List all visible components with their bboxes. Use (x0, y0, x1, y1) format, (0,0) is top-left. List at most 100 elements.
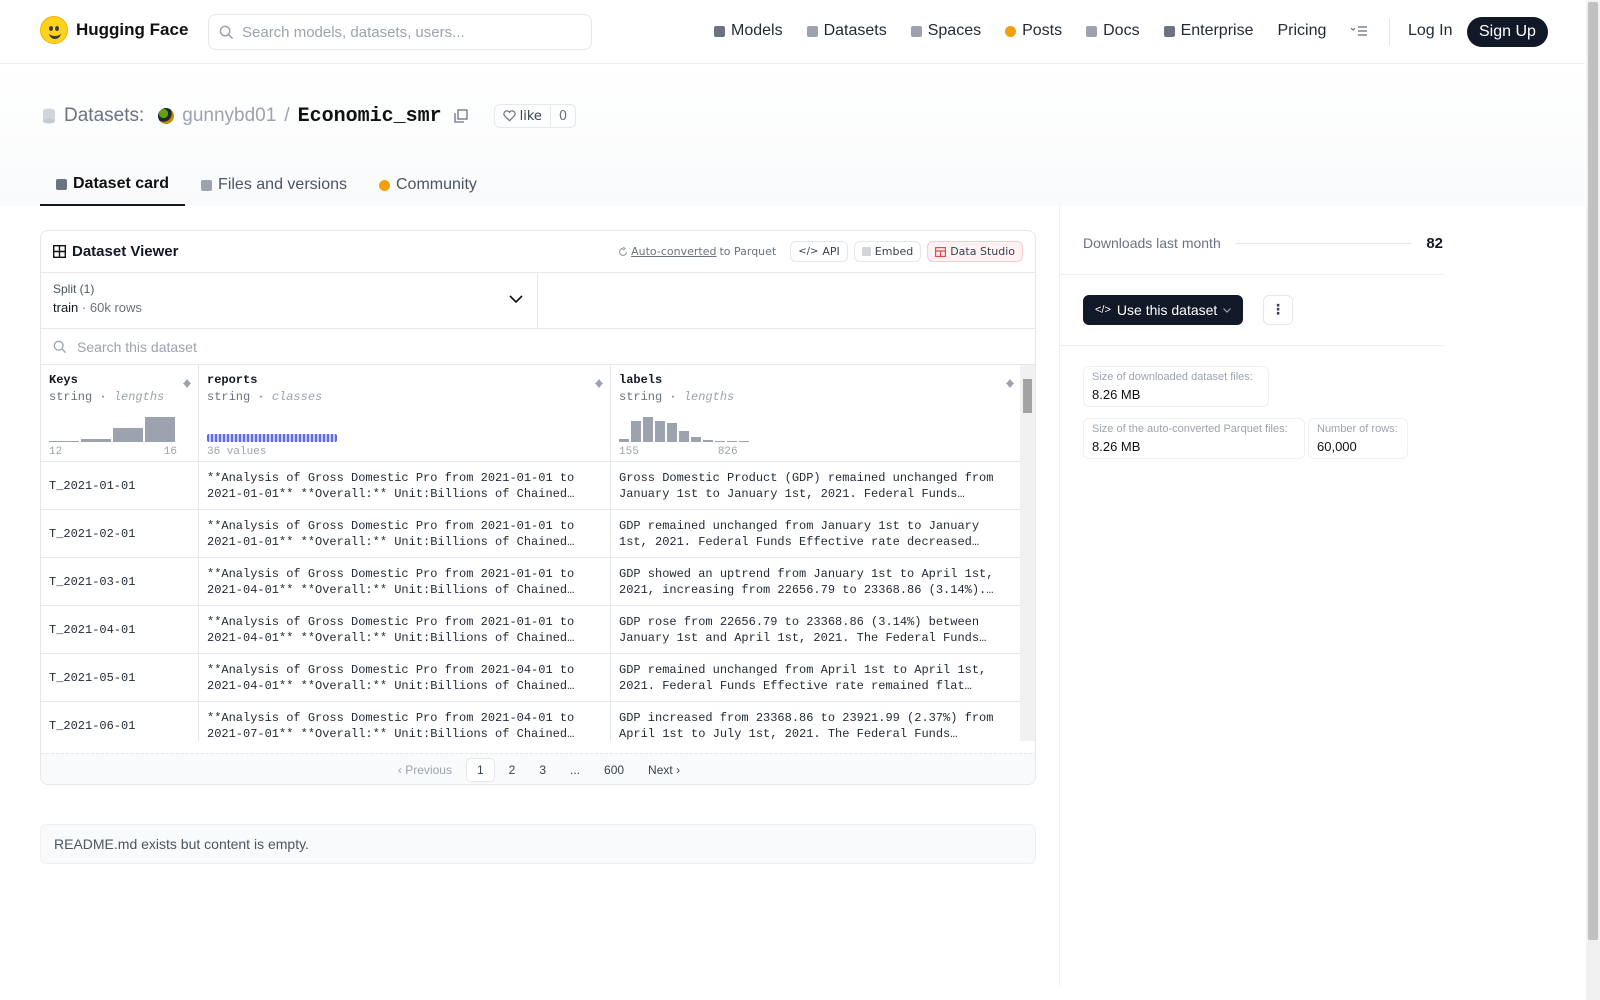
split-selector[interactable]: Split (1) train · 60k rows (41, 273, 538, 328)
cell-report-text: **Analysis of Gross Domestic Pro from 20… (207, 663, 575, 693)
cell-key[interactable]: T_2021-05-01 (41, 654, 199, 701)
nav-docs[interactable]: Docs (1074, 18, 1151, 44)
cell-key[interactable]: T_2021-01-01 (41, 462, 199, 509)
cell-report[interactable]: **Analysis of Gross Domestic Pro from 20… (199, 510, 611, 557)
cell-key-text: T_2021-05-01 (49, 670, 136, 685)
histogram-min: 155 (619, 446, 639, 458)
table-row[interactable]: T_2021-06-01 **Analysis of Gross Domestic… (41, 702, 1035, 741)
sort-icon[interactable] (182, 375, 192, 389)
page-button[interactable]: 3 (529, 759, 556, 781)
histogram-bar[interactable] (739, 441, 749, 442)
tab-community[interactable]: Community (363, 164, 493, 206)
global-search-input[interactable] (242, 23, 572, 41)
column-header-labels[interactable]: labels string · lengths 155 826 (611, 365, 1022, 461)
dataset-search-input[interactable] (77, 338, 577, 355)
column-header-reports[interactable]: reports string · classes 36 values (199, 365, 611, 461)
like-button[interactable]: like 0 (493, 104, 577, 128)
chevron-down-icon (1223, 307, 1232, 313)
cell-label[interactable]: GDP showed an uptrend from January 1st t… (611, 558, 1022, 605)
embed-icon (861, 247, 871, 256)
table-header: Keys string · lengths 12 16 reports strin… (41, 365, 1035, 462)
nav-pricing[interactable]: Pricing (1265, 18, 1338, 44)
table-row[interactable]: T_2021-02-01 **Analysis of Gross Domestic… (41, 510, 1035, 558)
histogram-bar[interactable] (667, 423, 677, 442)
table-row[interactable]: T_2021-01-01 **Analysis of Gross Domestic… (41, 462, 1035, 510)
auto-converted-link[interactable]: Auto-converted (631, 245, 716, 258)
page-button[interactable]: 2 (499, 759, 526, 781)
use-this-dataset-button[interactable]: </> Use this dataset (1083, 295, 1244, 325)
nav-models[interactable]: Models (702, 18, 795, 44)
cell-report[interactable]: **Analysis of Gross Domestic Pro from 20… (199, 558, 611, 605)
nav-enterprise[interactable]: Enterprise (1152, 18, 1266, 44)
login-link[interactable]: Log In (1408, 22, 1452, 40)
owner-link[interactable]: gunnybd01 (182, 105, 276, 127)
global-search[interactable] (208, 14, 592, 50)
tab-files-and-versions[interactable]: Files and versions (185, 164, 363, 206)
cell-key[interactable]: T_2021-02-01 (41, 510, 199, 557)
length-histogram (49, 417, 175, 442)
api-button[interactable]: </> API (790, 241, 848, 262)
cell-report[interactable]: **Analysis of Gross Domestic Pro from 20… (199, 606, 611, 653)
histogram-bar[interactable] (81, 439, 111, 442)
copy-icon[interactable] (453, 109, 468, 123)
histogram-bar[interactable] (145, 417, 175, 442)
cell-label[interactable]: GDP rose from 22656.79 to 23368.86 (3.14… (611, 606, 1022, 653)
table-row[interactable]: T_2021-05-01 **Analysis of Gross Domestic… (41, 654, 1035, 702)
table-scrollbar-thumb[interactable] (1023, 379, 1032, 413)
datasets-icon (43, 108, 55, 124)
histogram-bar[interactable] (643, 417, 653, 442)
cell-label[interactable]: Gross Domestic Product (GDP) remained un… (611, 462, 1022, 509)
table-row[interactable]: T_2021-04-01 **Analysis of Gross Domestic… (41, 606, 1035, 654)
data-studio-button[interactable]: Data Studio (927, 241, 1023, 262)
owner-avatar (158, 108, 175, 124)
histogram-bar[interactable] (631, 421, 641, 442)
histogram-bar[interactable] (715, 441, 725, 442)
cell-key[interactable]: T_2021-03-01 (41, 558, 199, 605)
page-scrollbar[interactable] (1586, 0, 1600, 1000)
cell-key[interactable]: T_2021-06-01 (41, 702, 199, 741)
nav-datasets[interactable]: Datasets (795, 18, 899, 44)
cell-report[interactable]: **Analysis of Gross Domestic Pro from 20… (199, 702, 611, 741)
histogram-bar[interactable] (49, 441, 79, 442)
cell-label[interactable]: GDP remained unchanged from April 1st to… (611, 654, 1022, 701)
cell-label[interactable]: GDP remained unchanged from January 1st … (611, 510, 1022, 557)
nav-label: Docs (1103, 22, 1140, 39)
nav-label: Posts (1022, 22, 1063, 39)
cell-key[interactable]: T_2021-04-01 (41, 606, 199, 653)
cell-label-text: GDP increased from 23368.86 to 23921.99 … (619, 711, 994, 741)
cell-key-text: T_2021-01-01 (49, 478, 136, 493)
nav-spaces[interactable]: Spaces (899, 18, 993, 44)
histogram-bar[interactable] (619, 439, 629, 442)
table-scrollbar[interactable] (1020, 365, 1035, 741)
tab-label: Files and versions (218, 176, 347, 193)
breadcrumb-section[interactable]: Datasets: (64, 105, 144, 127)
page-scrollbar-thumb[interactable] (1588, 2, 1598, 940)
home-logo-link[interactable]: Hugging Face (40, 16, 188, 44)
downloads-value: 82 (1426, 234, 1443, 252)
nav-posts[interactable]: Posts (993, 18, 1074, 44)
histogram-bar[interactable] (679, 431, 689, 442)
embed-button[interactable]: Embed (853, 241, 922, 262)
histogram-bar[interactable] (691, 437, 701, 442)
dataset-search[interactable] (41, 329, 1035, 365)
histogram-bar[interactable] (655, 421, 665, 442)
sort-icon[interactable] (594, 375, 604, 389)
signup-button[interactable]: Sign Up (1467, 17, 1548, 47)
page-button[interactable]: 1 (465, 758, 495, 782)
table-row[interactable]: T_2021-03-01 **Analysis of Gross Domestic… (41, 558, 1035, 606)
tab-dataset-card[interactable]: Dataset card (40, 164, 186, 206)
more-options-button[interactable]: ⋮ (1263, 295, 1293, 325)
cell-label[interactable]: GDP increased from 23368.86 to 23921.99 … (611, 702, 1022, 741)
cell-report[interactable]: **Analysis of Gross Domestic Pro from 20… (199, 462, 611, 509)
sort-icon[interactable] (1005, 375, 1015, 389)
next-page-button[interactable]: Next › (638, 759, 690, 781)
histogram-bar[interactable] (727, 441, 737, 442)
repo-name[interactable]: Economic_smr (298, 105, 442, 128)
histogram-bar[interactable] (113, 428, 143, 442)
column-header-keys[interactable]: Keys string · lengths 12 16 (41, 365, 199, 461)
previous-page-button[interactable]: ‹ Previous (388, 759, 462, 781)
cell-report[interactable]: **Analysis of Gross Domestic Pro from 20… (199, 654, 611, 701)
histogram-bar[interactable] (703, 440, 713, 442)
nav-more-menu[interactable] (1338, 21, 1380, 41)
page-button[interactable]: 600 (594, 759, 634, 781)
